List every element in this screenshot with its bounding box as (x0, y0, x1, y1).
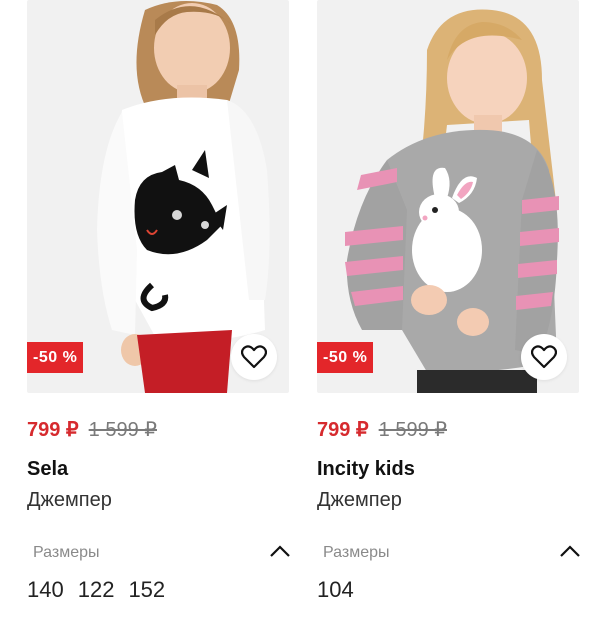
add-to-favorites-button[interactable] (521, 334, 567, 380)
sizes-header[interactable]: Размеры (323, 544, 585, 566)
discount-badge: -50 % (27, 342, 84, 373)
product-image[interactable]: -50 % (27, 0, 289, 393)
add-to-favorites-button[interactable] (231, 334, 277, 380)
product-card[interactable]: -50 % 799 ₽1 599 ₽ Sela Джемпер Размеры … (27, 0, 290, 602)
current-price: 799 ₽ (317, 419, 369, 441)
sizes-header[interactable]: Размеры (33, 544, 295, 566)
product-image[interactable]: -50 % (317, 0, 579, 393)
old-price: 1 599 ₽ (88, 419, 157, 441)
discount-badge: -50 % (317, 342, 374, 373)
old-price: 1 599 ₽ (378, 419, 447, 441)
product-card[interactable]: -50 % 799 ₽ 1 599 ₽ Incity kids Джемпер Р… (317, 0, 580, 602)
current-price: 799 ₽ (27, 419, 79, 441)
size-option[interactable]: 140 (27, 577, 64, 602)
price-row: 799 ₽ 1 599 ₽ (317, 417, 447, 442)
sizes-label: Размеры (33, 544, 100, 561)
size-options: 140 122 152 (27, 577, 179, 603)
size-option[interactable]: 122 (78, 577, 115, 602)
product-brand[interactable]: Incity kids (317, 458, 415, 481)
size-option[interactable]: 152 (128, 577, 165, 602)
size-option[interactable]: 104 (317, 577, 354, 602)
product-type[interactable]: Джемпер (27, 489, 112, 512)
product-brand[interactable]: Sela (27, 458, 68, 481)
size-options: 104 (317, 577, 368, 603)
chevron-up-icon[interactable] (269, 544, 291, 558)
heart-outline-icon (531, 345, 557, 369)
price-row: 799 ₽ 1 599 ₽ (27, 417, 157, 442)
sizes-label: Размеры (323, 544, 390, 561)
chevron-up-icon[interactable] (559, 544, 581, 558)
heart-outline-icon (241, 345, 267, 369)
product-type[interactable]: Джемпер (317, 489, 402, 512)
